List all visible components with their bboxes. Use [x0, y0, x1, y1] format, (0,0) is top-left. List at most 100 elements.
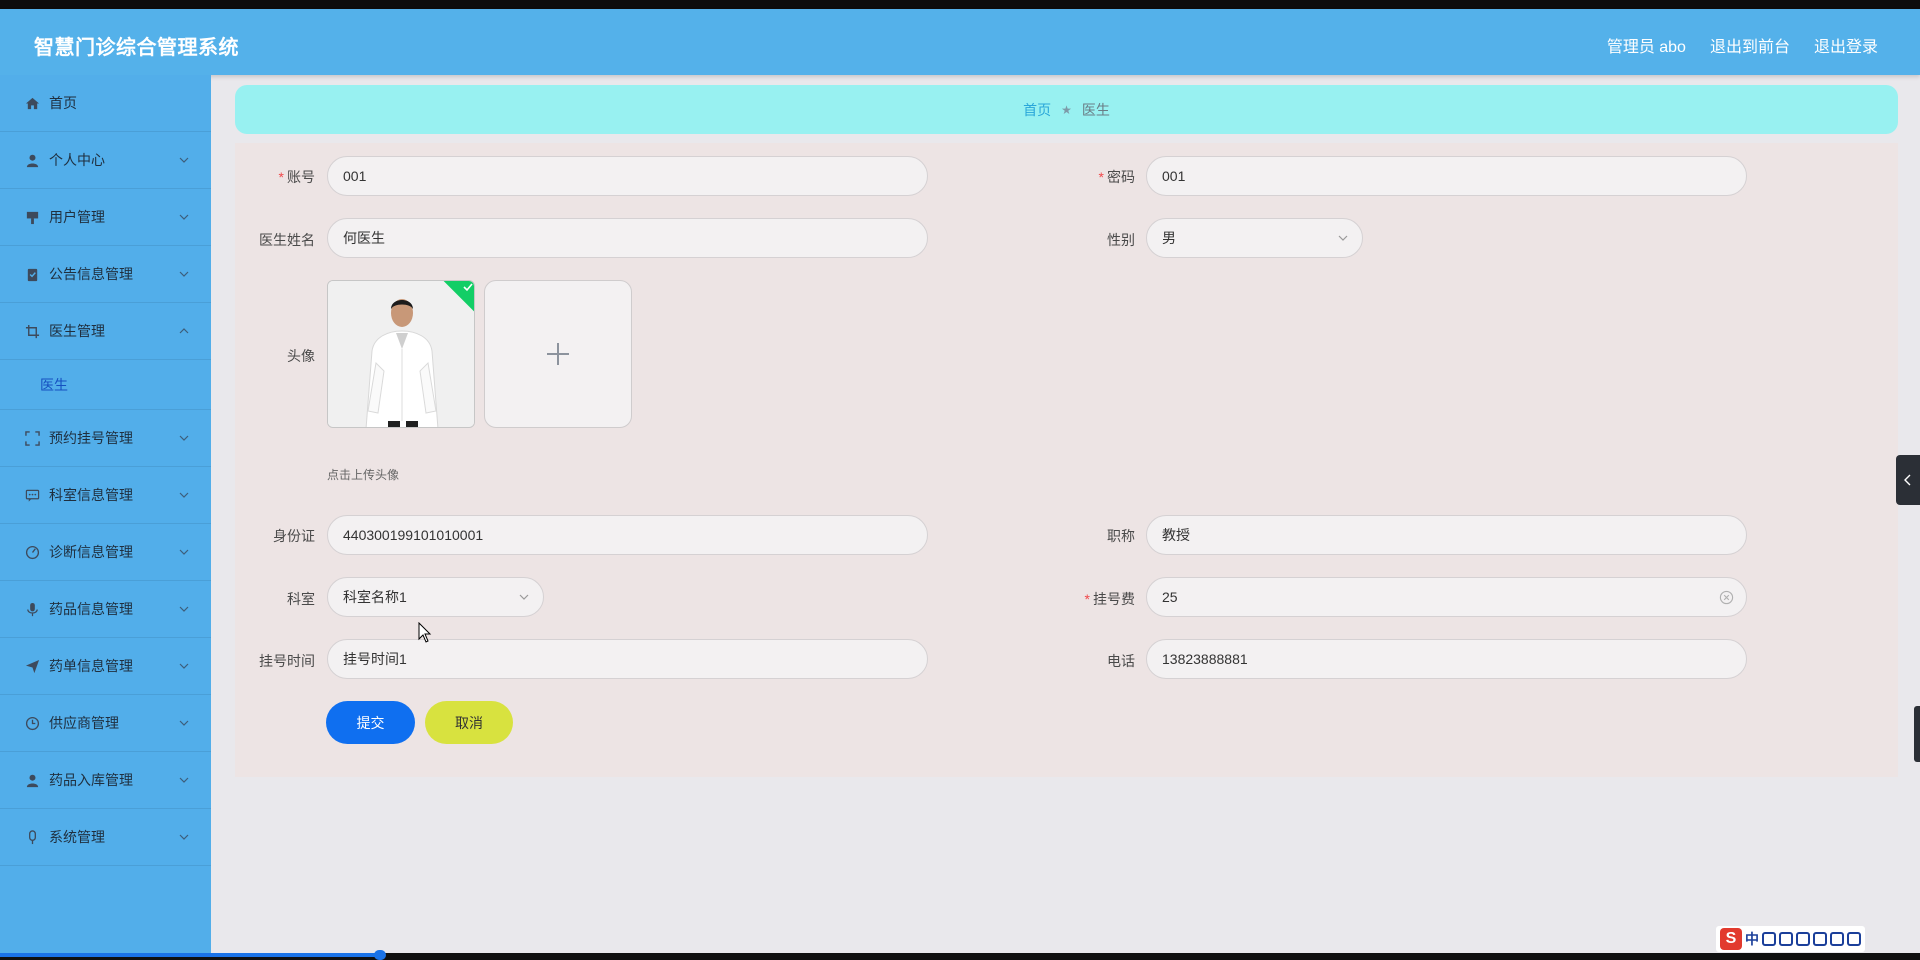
cancel-button[interactable]: 取消: [425, 701, 513, 744]
breadcrumb-current: 医生: [1081, 101, 1110, 118]
avatar-label: 头像: [287, 348, 315, 364]
ime-toolbar[interactable]: S 中: [1716, 926, 1865, 952]
id-card-input[interactable]: 440300199101010001: [327, 515, 928, 555]
user-icon: [24, 772, 40, 788]
breadcrumb: 首页 ★ 医生: [235, 85, 1898, 134]
sidebar-item-label: 首页: [49, 95, 77, 111]
avatar-image[interactable]: [327, 280, 475, 428]
sidebar-item-prescriptions[interactable]: 药单信息管理: [0, 638, 211, 695]
reg-time-label: 挂号时间: [259, 653, 315, 669]
sidebar-item-appointments[interactable]: 预约挂号管理: [0, 410, 211, 467]
sidebar-item-system[interactable]: 系统管理: [0, 809, 211, 866]
breadcrumb-home[interactable]: 首页: [1023, 100, 1051, 120]
side-drawer-toggle[interactable]: [1896, 455, 1920, 505]
title-label: 职称: [1107, 528, 1135, 544]
chevron-down-icon: [179, 271, 189, 277]
sidebar-item-doctors[interactable]: 医生管理: [0, 303, 211, 360]
department-select-value: 科室名称1: [343, 589, 407, 605]
sidebar-item-label: 药单信息管理: [49, 658, 133, 674]
password-input[interactable]: 001: [1146, 156, 1747, 196]
sidebar-item-home[interactable]: 首页: [0, 75, 211, 132]
chevron-down-icon: [179, 157, 189, 163]
chevron-down-icon: [1338, 235, 1348, 241]
submit-button[interactable]: 提交: [326, 701, 415, 744]
sidebar-item-label: 系统管理: [49, 829, 105, 845]
chevron-down-icon: [179, 834, 189, 840]
chevron-down-icon: [179, 777, 189, 783]
chevron-down-icon: [179, 720, 189, 726]
chevron-left-icon: [1904, 474, 1911, 486]
sidebar-item-drugs[interactable]: 药品信息管理: [0, 581, 211, 638]
sidebar-item-label: 科室信息管理: [49, 487, 133, 503]
sidebar-item-label: 药品信息管理: [49, 601, 133, 617]
ime-emoji-icon[interactable]: [1779, 932, 1793, 946]
id-card-label: 身份证: [273, 528, 315, 544]
sidebar-item-notices[interactable]: 公告信息管理: [0, 246, 211, 303]
app-header: 智慧门诊综合管理系统 管理员 abo 退出到前台 退出登录: [0, 9, 1920, 75]
sidebar-item-diagnosis[interactable]: 诊断信息管理: [0, 524, 211, 581]
chevron-down-icon: [179, 549, 189, 555]
sidebar-item-stock-in[interactable]: 药品入库管理: [0, 752, 211, 809]
doctor-photo: [328, 281, 474, 427]
sidebar-item-label: 预约挂号管理: [49, 430, 133, 446]
check-icon: [463, 283, 473, 292]
sidebar-item-label: 医生管理: [49, 323, 105, 339]
sidebar-subitem-label: 医生: [40, 376, 68, 393]
video-progress-knob[interactable]: [374, 950, 386, 960]
sidebar-item-label: 药品入库管理: [49, 772, 133, 788]
required-mark: *: [278, 169, 284, 185]
reg-time-input[interactable]: 挂号时间1: [327, 639, 928, 679]
admin-user-link[interactable]: 管理员 abo: [1607, 33, 1686, 57]
sidebar-item-personal[interactable]: 个人中心: [0, 132, 211, 189]
ime-language-toggle[interactable]: 中: [1745, 929, 1759, 949]
mic-icon: [24, 829, 40, 845]
account-label: * 账号: [278, 169, 315, 185]
breadcrumb-separator-icon: ★: [1061, 102, 1072, 117]
chevron-down-icon: [519, 594, 529, 600]
side-scroll-handle[interactable]: [1914, 706, 1920, 762]
sidebar-item-label: 个人中心: [49, 152, 105, 168]
ime-keyboard-icon[interactable]: [1813, 932, 1827, 946]
clock-icon: [24, 715, 40, 731]
password-label: * 密码: [1098, 169, 1135, 185]
sidebar-item-label: 公告信息管理: [49, 266, 133, 282]
app-title: 智慧门诊综合管理系统: [34, 37, 239, 59]
window-top-strip: [0, 0, 1920, 9]
chat-icon: [24, 487, 40, 503]
user-icon: [24, 152, 40, 168]
sidebar-subitem-doctor[interactable]: 医生: [0, 360, 211, 410]
title-input[interactable]: 教授: [1146, 515, 1747, 555]
crop-icon: [24, 323, 40, 339]
chevron-down-icon: [179, 492, 189, 498]
video-progress-fill: [0, 953, 380, 957]
brush-icon: [24, 209, 40, 225]
phone-input[interactable]: 13823888881: [1146, 639, 1747, 679]
exit-to-frontend-link[interactable]: 退出到前台: [1710, 33, 1790, 57]
fee-label: * 挂号费: [1084, 591, 1135, 607]
ime-voice-icon[interactable]: [1796, 932, 1810, 946]
ime-skin-icon[interactable]: [1830, 932, 1844, 946]
ime-punct-icon[interactable]: [1762, 932, 1776, 946]
avatar-upload-button[interactable]: [484, 280, 632, 428]
logout-link[interactable]: 退出登录: [1814, 33, 1878, 57]
gender-select[interactable]: 男: [1146, 218, 1363, 258]
required-mark: *: [1084, 591, 1090, 607]
ime-tools-icon[interactable]: [1847, 932, 1861, 946]
sidebar-item-departments[interactable]: 科室信息管理: [0, 467, 211, 524]
sidebar-item-users[interactable]: 用户管理: [0, 189, 211, 246]
mouse-cursor-icon: [418, 622, 432, 643]
fee-input[interactable]: 25: [1146, 577, 1747, 617]
home-icon: [24, 95, 40, 111]
compass-icon: [24, 544, 40, 560]
clear-icon[interactable]: [1719, 590, 1734, 605]
chevron-down-icon: [179, 606, 189, 612]
sidebar-item-suppliers[interactable]: 供应商管理: [0, 695, 211, 752]
department-label: 科室: [287, 591, 315, 607]
department-select[interactable]: 科室名称1: [327, 577, 544, 617]
account-input[interactable]: 001: [327, 156, 928, 196]
doctor-name-input[interactable]: 何医生: [327, 218, 928, 258]
send-icon: [24, 658, 40, 674]
plus-icon: [547, 343, 569, 365]
sidebar-item-label: 供应商管理: [49, 715, 119, 731]
gender-select-value: 男: [1162, 230, 1176, 246]
